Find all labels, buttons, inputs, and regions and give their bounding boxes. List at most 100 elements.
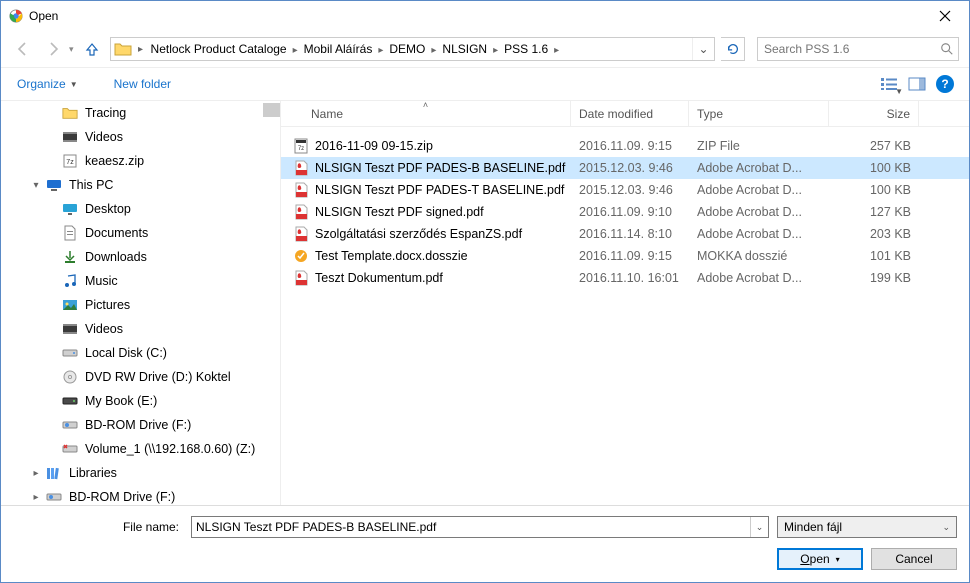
file-name: 2016-11-09 09-15.zip — [315, 139, 433, 153]
file-type: Adobe Acrobat D... — [689, 205, 829, 219]
file-date: 2016.11.14. 8:10 — [571, 227, 689, 241]
downloads-icon — [61, 248, 79, 266]
new-folder-button[interactable]: New folder — [108, 73, 177, 95]
tree-item[interactable]: My Book (E:) — [1, 389, 280, 413]
pc-icon — [45, 176, 63, 194]
chevron-right-icon[interactable]: ▸ — [552, 45, 561, 56]
tree-item[interactable]: Tracing — [1, 101, 280, 125]
chevron-down-icon: ▼ — [70, 80, 78, 89]
chevron-right-icon[interactable]: ▸ — [135, 44, 147, 55]
close-button[interactable] — [922, 2, 967, 30]
search-input[interactable] — [762, 41, 940, 57]
file-row[interactable]: NLSIGN Teszt PDF PADES-T BASELINE.pdf201… — [281, 179, 969, 201]
breadcrumb-segment[interactable]: DEMO — [385, 42, 429, 56]
organize-button[interactable]: Organize ▼ — [11, 73, 84, 95]
file-date: 2015.12.03. 9:46 — [571, 161, 689, 175]
chevron-right-icon[interactable]: ▸ — [291, 45, 300, 56]
file-date: 2016.11.09. 9:10 — [571, 205, 689, 219]
file-row[interactable]: NLSIGN Teszt PDF PADES-B BASELINE.pdf 201… — [281, 157, 969, 179]
file-type: ZIP File — [689, 139, 829, 153]
forward-button[interactable] — [41, 37, 65, 61]
breadcrumb-segment[interactable]: PSS 1.6 — [500, 42, 552, 56]
preview-pane-button[interactable] — [903, 72, 931, 96]
tree-item[interactable]: BD-ROM Drive (F:) — [1, 413, 280, 437]
file-type: MOKKA dosszié — [689, 249, 829, 263]
file-row[interactable]: Szolgáltatási szerződés EspanZS.pdf 2016.… — [281, 223, 969, 245]
bd-icon — [61, 416, 79, 434]
zip-file-icon: 7z — [293, 138, 309, 154]
column-type[interactable]: Type — [689, 101, 829, 126]
tree-item[interactable]: Local Disk (C:) — [1, 341, 280, 365]
up-button[interactable] — [80, 37, 104, 61]
pictures-icon — [61, 296, 79, 314]
column-date[interactable]: Date modified — [571, 101, 689, 126]
file-type: Adobe Acrobat D... — [689, 183, 829, 197]
tree-item[interactable]: Music — [1, 269, 280, 293]
cancel-button[interactable]: Cancel — [871, 548, 957, 570]
tree-item[interactable]: ▾This PC — [1, 173, 280, 197]
file-size: 101 KB — [829, 249, 919, 263]
file-name: Szolgáltatási szerződés EspanZS.pdf — [315, 227, 522, 241]
tree-item[interactable]: Desktop — [1, 197, 280, 221]
back-button[interactable] — [11, 37, 35, 61]
tree-item[interactable]: Volume_1 (\\192.168.0.60) (Z:) — [1, 437, 280, 461]
tree-item[interactable]: 7zkeaesz.zip — [1, 149, 280, 173]
pdf-file-icon — [293, 270, 309, 286]
column-headers: ˄ Name Date modified Type Size — [281, 101, 969, 127]
chevron-down-icon: ▼ — [895, 87, 903, 96]
breadcrumb[interactable]: ▸ Netlock Product Cataloge▸Mobil Aláírás… — [110, 37, 715, 61]
footer: File name: ⌄ Minden fájl ⌄ Open ▾ Cancel — [1, 505, 969, 582]
file-row[interactable]: NLSIGN Teszt PDF signed.pdf 2016.11.09. 9… — [281, 201, 969, 223]
breadcrumb-segment[interactable]: Netlock Product Cataloge — [147, 42, 291, 56]
tree-item[interactable]: ▸Libraries — [1, 461, 280, 485]
help-icon: ? — [936, 75, 954, 93]
file-row[interactable]: Test Template.docx.dosszie2016.11.09. 9:… — [281, 245, 969, 267]
chevron-right-icon[interactable]: ▸ — [491, 45, 500, 56]
file-size: 127 KB — [829, 205, 919, 219]
expand-toggle[interactable]: ▾ — [29, 180, 43, 191]
breadcrumb-segment[interactable]: NLSIGN — [438, 42, 491, 56]
navigation-tree[interactable]: TracingVideos7zkeaesz.zip▾This PCDesktop… — [1, 101, 281, 505]
tree-item[interactable]: Videos — [1, 125, 280, 149]
expand-toggle[interactable]: ▸ — [29, 492, 43, 503]
help-button[interactable]: ? — [931, 72, 959, 96]
file-date: 2015.12.03. 9:46 — [571, 183, 689, 197]
tree-item[interactable]: Videos — [1, 317, 280, 341]
nav-row: ▾ ▸ Netlock Product Cataloge▸Mobil Aláír… — [1, 31, 969, 67]
scrollbar-thumb[interactable] — [263, 103, 280, 117]
tree-item[interactable]: Pictures — [1, 293, 280, 317]
filename-input[interactable] — [192, 520, 750, 534]
music-icon — [61, 272, 79, 290]
pdf-file-icon — [293, 226, 309, 242]
breadcrumb-segment[interactable]: Mobil Aláírás — [300, 42, 377, 56]
desktop-icon — [61, 200, 79, 218]
file-row[interactable]: Teszt Dokumentum.pdf2016.11.10. 16:01Ado… — [281, 267, 969, 289]
search-box[interactable] — [757, 37, 959, 61]
file-size: 257 KB — [829, 139, 919, 153]
tree-item[interactable]: Downloads — [1, 245, 280, 269]
file-date: 2016.11.09. 9:15 — [571, 249, 689, 263]
column-size[interactable]: Size — [829, 101, 919, 126]
chevron-down-icon: ⌄ — [942, 522, 950, 533]
open-button[interactable]: Open ▾ — [777, 548, 863, 570]
chrome-icon — [9, 9, 23, 23]
refresh-button[interactable] — [721, 37, 745, 61]
chevron-down-icon[interactable]: ⌄ — [750, 517, 768, 537]
recent-locations-icon[interactable]: ▾ — [69, 44, 74, 55]
filename-combobox[interactable]: ⌄ — [191, 516, 769, 538]
column-name[interactable]: ˄ Name — [281, 101, 571, 126]
tree-item[interactable]: ▸BD-ROM Drive (F:) — [1, 485, 280, 505]
ext-icon — [61, 392, 79, 410]
titlebar: Open — [1, 1, 969, 31]
file-type-filter[interactable]: Minden fájl ⌄ — [777, 516, 957, 538]
file-name: NLSIGN Teszt PDF signed.pdf — [315, 205, 484, 219]
breadcrumb-dropdown[interactable]: ⌄ — [692, 38, 714, 60]
svg-text:7z: 7z — [66, 159, 74, 166]
expand-toggle[interactable]: ▸ — [29, 468, 43, 479]
toolbar: Organize ▼ New folder ▼ ? — [1, 67, 969, 101]
tree-item[interactable]: Documents — [1, 221, 280, 245]
file-row[interactable]: 7z2016-11-09 09-15.zip2016.11.09. 9:15ZI… — [281, 135, 969, 157]
view-mode-button[interactable]: ▼ — [875, 72, 903, 96]
tree-item[interactable]: DVD RW Drive (D:) Koktel — [1, 365, 280, 389]
file-name: NLSIGN Teszt PDF PADES-B BASELINE.pdf — [315, 161, 565, 175]
